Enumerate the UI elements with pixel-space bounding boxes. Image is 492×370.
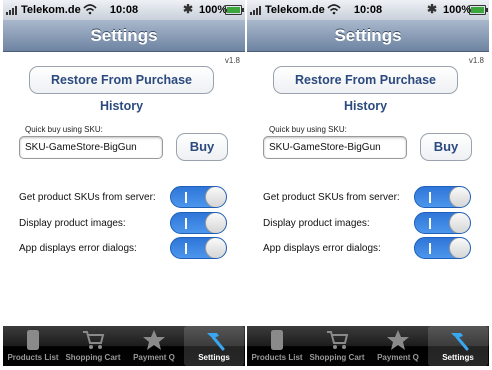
tab-settings[interactable]: Settings [428, 326, 488, 366]
tab-label: Products List [7, 353, 59, 362]
phone-icon [27, 330, 39, 350]
tab-products-list[interactable]: Products List [247, 326, 307, 366]
tab-label: Shopping Cart [309, 353, 365, 362]
hammer-icon [207, 333, 225, 351]
quick-buy-label: Quick buy using SKU: [25, 125, 103, 134]
star-icon [143, 330, 165, 350]
star-icon [387, 330, 409, 350]
setting-label-product-images: Display product images: [19, 218, 126, 229]
tab-label: Settings [198, 353, 230, 362]
tab-payment-queue[interactable]: Payment Q [368, 326, 428, 366]
setting-label-error-dialogs: App displays error dialogs: [19, 243, 137, 254]
tab-products-list[interactable]: Products List [3, 326, 63, 366]
tab-label: Payment Q [377, 353, 419, 362]
page-title: Settings [90, 26, 158, 45]
setting-label-product-skus: Get product SKUs from server: [263, 192, 400, 203]
cart-icon [83, 331, 105, 349]
quick-buy-label: Quick buy using SKU: [269, 125, 347, 134]
tab-label: Payment Q [133, 353, 175, 362]
hammer-icon [451, 333, 469, 351]
tab-label: Settings [442, 353, 474, 362]
tab-label: Shopping Cart [65, 353, 121, 362]
buy-button[interactable]: Buy [176, 133, 228, 161]
setting-label-product-skus: Get product SKUs from server: [19, 192, 156, 203]
toggle-error-dialogs[interactable] [414, 237, 471, 259]
sku-input[interactable]: SKU-GameStore-BigGun [263, 136, 407, 159]
sku-input[interactable]: SKU-GameStore-BigGun [19, 136, 163, 159]
bluetooth-icon: ✱ [183, 2, 194, 16]
cart-icon [327, 331, 349, 349]
battery-icon [225, 5, 244, 15]
tab-label: Products List [251, 353, 303, 362]
setting-label-error-dialogs: App displays error dialogs: [263, 243, 381, 254]
status-bar: Telekom.de 10:08 ✱ 100% [247, 0, 489, 20]
version-label: v1.8 [224, 56, 240, 65]
phone-screen-left: Telekom.de 10:08 ✱ 100% Settings v1.8 Re… [3, 0, 245, 370]
buy-button[interactable]: Buy [420, 133, 472, 161]
navigation-bar: Settings [3, 20, 245, 52]
toggle-product-skus[interactable] [170, 186, 227, 208]
toggle-product-skus[interactable] [414, 186, 471, 208]
tab-bar: Products List Shopping Cart Payment Q Se… [3, 326, 245, 366]
status-bar: Telekom.de 10:08 ✱ 100% [3, 0, 245, 20]
tab-bar: Products List Shopping Cart Payment Q Se… [247, 326, 489, 366]
tab-settings[interactable]: Settings [184, 326, 244, 366]
restore-purchases-button[interactable]: Restore From Purchase History [29, 66, 214, 113]
navigation-bar: Settings [247, 20, 489, 52]
bluetooth-icon: ✱ [427, 2, 438, 16]
tab-payment-queue[interactable]: Payment Q [124, 326, 184, 366]
tab-shopping-cart[interactable]: Shopping Cart [307, 326, 367, 366]
toggle-product-images[interactable] [414, 212, 471, 234]
page-title: Settings [334, 26, 402, 45]
battery-percent: 100% [199, 4, 228, 16]
battery-percent: 100% [443, 4, 472, 16]
toggle-product-images[interactable] [170, 212, 227, 234]
tab-shopping-cart[interactable]: Shopping Cart [63, 326, 123, 366]
phone-screen-right: Telekom.de 10:08 ✱ 100% Settings v1.8 Re… [247, 0, 489, 370]
restore-purchases-button[interactable]: Restore From Purchase History [273, 66, 458, 113]
setting-label-product-images: Display product images: [263, 218, 370, 229]
battery-icon [469, 5, 488, 15]
toggle-error-dialogs[interactable] [170, 237, 227, 259]
phone-icon [271, 330, 283, 350]
version-label: v1.8 [468, 56, 484, 65]
